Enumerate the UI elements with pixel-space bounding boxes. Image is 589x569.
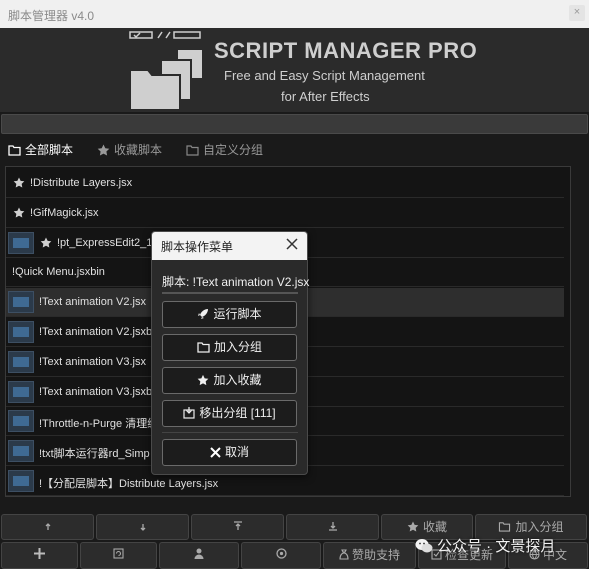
button-label: 运行脚本 (213, 307, 262, 321)
user-icon (194, 548, 204, 559)
script-name: !GifMagick.jsx (30, 207, 99, 219)
cancel-button[interactable]: 取消 (162, 439, 297, 466)
watermark-text: 公众号 · 文景探月 (437, 538, 556, 555)
add-to-group-button[interactable]: 加入分组 (162, 334, 297, 361)
script-action-dialog: 脚本操作菜单 脚本: !Text animation V2.jsx 运行脚本 加… (151, 231, 310, 475)
script-manager-logo (129, 31, 202, 110)
button-label: 取消 (224, 445, 249, 459)
script-list-item[interactable]: !GifMagick.jsx (6, 199, 564, 228)
tab-all-scripts[interactable]: 全部脚本 (8, 141, 73, 158)
script-thumbnail (8, 440, 34, 462)
tab-custom-groups[interactable]: 自定义分组 (186, 141, 263, 158)
script-thumbnail (8, 351, 34, 373)
script-list-item[interactable]: !Distribute Layers.jsx (6, 169, 564, 198)
script-thumbnail (8, 470, 34, 492)
app-subtitle-line1: Free and Easy Script Management (224, 68, 425, 83)
button-label: 加入收藏 (213, 373, 262, 387)
rocket-icon (198, 309, 209, 319)
button-label: 加入分组 (515, 520, 564, 534)
script-name: !【分配层脚本】Distribute Layers.jsx (39, 478, 219, 490)
refresh-button[interactable] (80, 542, 157, 569)
window-titlebar: 脚本管理器 v4.0 × (0, 0, 589, 28)
app-subtitle-line2: for After Effects (281, 89, 370, 104)
star-icon (13, 207, 25, 218)
button-label: 赞助支持 (351, 548, 400, 562)
button-label: 加入分组 (213, 340, 262, 354)
script-name: !pt_ExpressEdit2_15 (57, 237, 159, 249)
star-icon (13, 177, 25, 188)
move-top-icon (233, 521, 242, 530)
star-icon (40, 237, 52, 248)
tab-label: 全部脚本 (25, 143, 74, 157)
window-close-button[interactable]: × (569, 5, 585, 21)
button-label: 移出分组 [111] (199, 406, 276, 420)
close-icon[interactable] (285, 237, 299, 251)
button-label: 收藏 (422, 520, 447, 534)
tab-label: 自定义分组 (203, 143, 264, 157)
settings-icon (275, 548, 287, 559)
move-up-button[interactable] (1, 514, 94, 540)
script-name: !Text animation V2.jsx (39, 296, 146, 308)
tab-label: 收藏脚本 (114, 143, 163, 157)
remove-box-icon (183, 407, 195, 419)
app-brand-title: SCRIPT MANAGER PRO (214, 38, 478, 63)
script-name: !Throttle-n-Purge 清理缓 (39, 418, 159, 430)
settings-button[interactable] (241, 542, 321, 569)
script-name: !txt脚本运行器rd_Simp (39, 448, 150, 460)
script-name: !Quick Menu.jsxbin (12, 266, 105, 278)
script-name: !Text animation V3.jsxbi (39, 386, 155, 398)
up-arrow-icon (45, 523, 50, 530)
user-button[interactable] (159, 542, 239, 569)
move-top-button[interactable] (191, 514, 284, 540)
script-name: !Text animation V2.jsxbi (39, 326, 155, 338)
refresh-icon (113, 548, 124, 559)
folder-icon (8, 145, 21, 156)
sponsor-icon (339, 549, 349, 560)
dialog-divider (162, 292, 298, 294)
script-thumbnail (8, 410, 34, 432)
dialog-title: 脚本操作菜单 (161, 240, 234, 254)
script-thumbnail (8, 381, 34, 403)
dialog-divider (162, 432, 298, 433)
script-name: !Text animation V3.jsx (39, 356, 146, 368)
folder-icon (197, 342, 210, 353)
tab-favorite-scripts[interactable]: 收藏脚本 (97, 141, 162, 158)
remove-from-group-button[interactable]: 移出分组 [111] (162, 400, 297, 427)
run-script-button[interactable]: 运行脚本 (162, 301, 297, 328)
star-icon (198, 374, 209, 386)
watermark: 公众号 · 文景探月 (415, 535, 555, 556)
folder-icon (499, 522, 511, 532)
script-thumbnail (8, 291, 34, 313)
x-icon (210, 447, 221, 458)
sponsor-button[interactable]: 赞助支持 (323, 542, 416, 569)
script-thumbnail (8, 321, 34, 343)
search-input[interactable] (1, 114, 588, 134)
plus-icon (34, 548, 45, 559)
folder-outline-icon (186, 145, 199, 156)
dialog-script-name: 脚本: !Text animation V2.jsx (162, 275, 310, 289)
dialog-header: 脚本操作菜单 (152, 232, 307, 260)
down-arrow-icon (140, 524, 145, 531)
move-down-button[interactable] (96, 514, 189, 540)
star-icon (97, 144, 110, 156)
app-header: SCRIPT MANAGER PRO Free and Easy Script … (0, 28, 589, 112)
star-icon (407, 521, 419, 532)
add-to-favorites-button[interactable]: 加入收藏 (162, 367, 297, 394)
move-end-icon (328, 522, 337, 531)
move-end-button[interactable] (286, 514, 379, 540)
add-script-button[interactable] (1, 542, 78, 569)
script-name: !Distribute Layers.jsx (30, 177, 133, 189)
script-thumbnail (8, 232, 34, 254)
wechat-icon (415, 539, 433, 553)
window-title: 脚本管理器 v4.0 (8, 9, 95, 23)
